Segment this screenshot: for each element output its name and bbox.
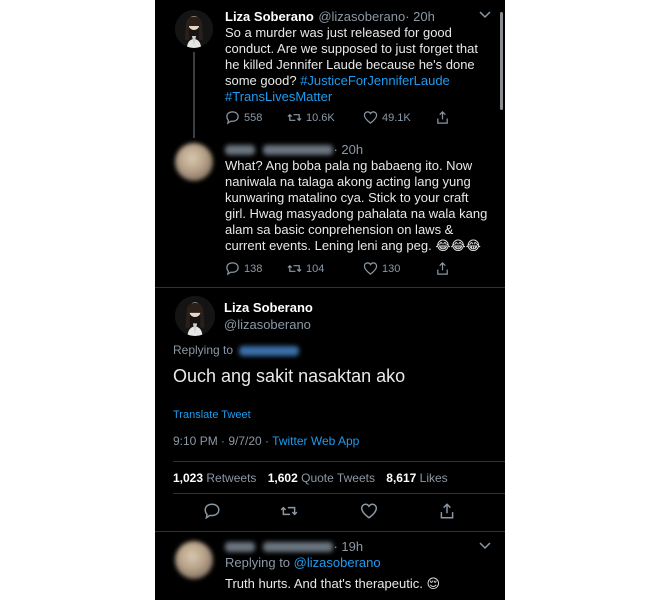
author-handle-redacted[interactable]	[263, 144, 334, 155]
author-name-redacted[interactable]	[225, 541, 255, 552]
replying-to-label: Replying to	[173, 343, 234, 357]
reply-button[interactable]: 558	[225, 110, 287, 125]
tweet-actions: 558 10.6K 49.1K	[225, 110, 485, 125]
reply-count: 558	[244, 111, 263, 124]
hashtag-trans-lives-matter[interactable]: #TransLivesMatter	[225, 89, 332, 104]
tweet-text-line: naniwala na talaga akong acting lang yun…	[225, 174, 471, 189]
divider	[155, 531, 505, 532]
retweets-count: 1,023	[173, 471, 204, 485]
like-button[interactable]: 130	[363, 261, 435, 276]
retweets-stat[interactable]: 1,023 Retweets	[173, 471, 260, 485]
tweet-text: Ouch ang sakit nasaktan ako	[173, 366, 406, 386]
translate-tweet-link[interactable]: Translate Tweet	[173, 409, 251, 421]
retweet-count: 10.6K	[306, 111, 335, 124]
tweet-time[interactable]: · 20h	[333, 142, 363, 157]
likes-count: 8,617	[386, 471, 417, 485]
share-icon[interactable]	[438, 502, 456, 520]
tweet-source-link[interactable]: Twitter Web App	[272, 434, 359, 448]
avatar[interactable]	[175, 541, 213, 579]
share-icon	[437, 111, 448, 124]
quote-tweets-stat[interactable]: 1,602 Quote Tweets	[268, 471, 379, 485]
reply-icon	[226, 262, 239, 276]
retweet-icon	[287, 264, 302, 273]
likes-label: Likes	[419, 471, 448, 485]
tweet-text: What? Ang boba pala ng babaeng ito. Now …	[225, 158, 500, 254]
tweet-text-line: So a murder was just released for good	[225, 25, 452, 40]
share-button[interactable]	[435, 261, 450, 276]
replying-to-mention[interactable]: @lizasoberano	[294, 555, 381, 570]
retweet-icon[interactable]	[280, 502, 298, 520]
retweet-count: 104	[306, 262, 325, 275]
tweet-text: Truth hurts. And that's therapeutic. 😌	[225, 576, 440, 592]
reply-count: 138	[244, 262, 263, 275]
tweet-text-line: kunwaring matalino cya. Stick to your cr…	[225, 190, 469, 205]
heart-icon	[363, 262, 378, 275]
tweet-text-line: some good?	[225, 73, 297, 88]
profile-photo-icon	[175, 10, 213, 48]
laughing-emoji: 😂😂😂	[435, 238, 481, 253]
quote-tweets-count: 1,602	[267, 471, 298, 485]
retweet-button[interactable]: 10.6K	[287, 110, 363, 125]
author-name[interactable]: Liza Soberano	[225, 9, 314, 24]
reply-button[interactable]: 138	[225, 261, 287, 276]
author-name-redacted[interactable]	[225, 144, 255, 155]
likes-stat[interactable]: 8,617 Likes	[386, 471, 447, 485]
replying-to-handle-redacted[interactable]	[239, 345, 300, 356]
author-handle[interactable]: @lizasoberano	[318, 9, 405, 24]
hashtag-justice-for-jennifer-laude[interactable]: #JusticeForJenniferLaude	[300, 73, 450, 88]
tweet-text-line: girl. Hwag masyadong pahalata na wala ka…	[225, 206, 488, 221]
author-handle-redacted[interactable]	[263, 541, 334, 552]
avatar[interactable]	[175, 10, 213, 48]
tweet-time[interactable]: · 19h	[333, 539, 363, 554]
tweet-text-line: What? Ang boba pala ng babaeng ito. Now	[225, 158, 473, 173]
like-count: 49.1K	[382, 111, 411, 124]
quote-tweets-label: Quote Tweets	[301, 471, 375, 485]
divider	[155, 287, 505, 288]
replying-to-label: Replying to	[225, 555, 291, 570]
divider	[173, 461, 505, 462]
heart-icon	[363, 111, 378, 124]
tweet-text: So a murder was just released for good c…	[225, 25, 495, 105]
chevron-down-icon[interactable]	[479, 542, 491, 550]
reply-icon[interactable]	[203, 502, 221, 520]
share-icon	[437, 262, 448, 275]
profile-photo-icon	[175, 296, 215, 336]
share-button[interactable]	[435, 110, 450, 125]
like-button[interactable]: 49.1K	[363, 110, 435, 125]
retweets-label: Retweets	[206, 471, 257, 485]
tweet-text-line: current events. Lening leni ang peg.	[225, 238, 432, 253]
focused-tweet-actions	[155, 500, 505, 524]
tweet-text-line: alam sa basic conprehension on laws &	[225, 222, 454, 237]
like-count: 130	[382, 262, 401, 275]
tweet-text-content: Truth hurts. And that's therapeutic.	[225, 576, 423, 591]
tweet-time[interactable]: · 20h	[405, 9, 435, 24]
author-name[interactable]: Liza Soberano	[224, 300, 313, 315]
heart-icon[interactable]	[360, 502, 378, 520]
retweet-icon	[287, 113, 302, 122]
relieved-emoji: 😌	[426, 576, 441, 591]
tweet-thread-screen: Liza Soberano @lizasoberano· 20h So a mu…	[155, 0, 505, 600]
divider	[173, 493, 505, 494]
author-handle[interactable]: @lizasoberano	[224, 317, 313, 332]
reply-icon	[226, 111, 239, 125]
scrollbar[interactable]	[500, 12, 503, 110]
chevron-down-icon[interactable]	[479, 11, 491, 19]
thread-line	[193, 52, 195, 138]
tweet-text-line: conduct. Are we supposed to just forget …	[225, 41, 478, 56]
tweet-actions: 138 104 130	[225, 261, 485, 276]
avatar[interactable]	[175, 296, 215, 336]
avatar[interactable]	[175, 143, 213, 181]
retweet-button[interactable]: 104	[287, 261, 363, 276]
tweet-text-line: he killed Jennifer Laude because he's do…	[225, 57, 475, 72]
tweet-timestamp[interactable]: 9:10 PM · 9/7/20 ·	[173, 434, 272, 448]
